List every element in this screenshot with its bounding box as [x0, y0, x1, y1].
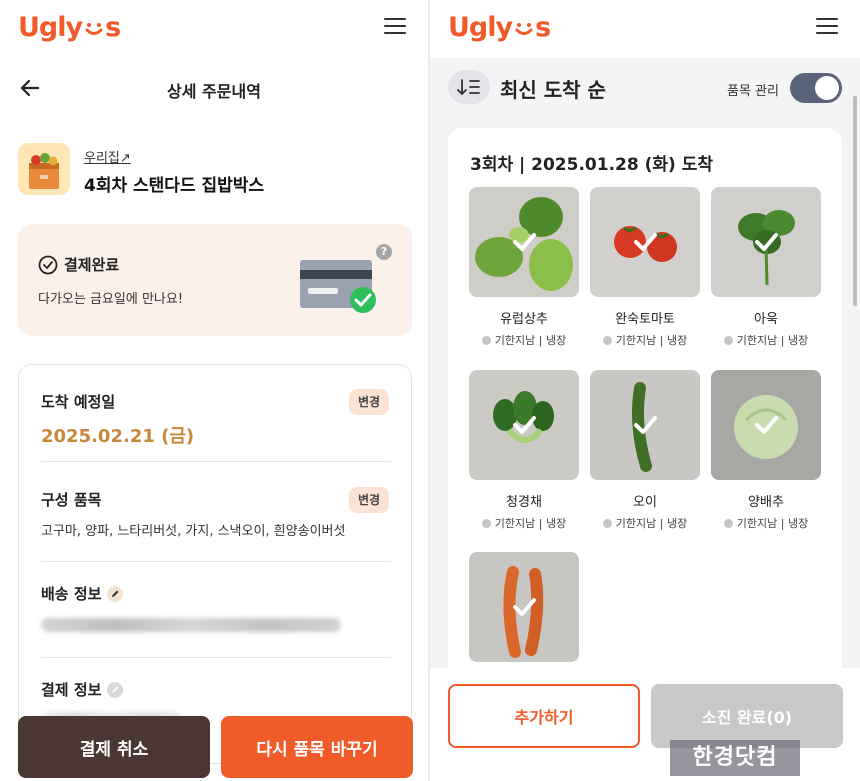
order-detail-panel: Ugly s 상세 주문내역 우리집↗ 4회차 스탠다드 집밥박스 결제완료 다… [0, 0, 428, 781]
product-name: 4회차 스탠다드 집밥박스 [84, 176, 265, 196]
status-dot [602, 519, 612, 528]
shipping-section: 배송 정보 [41, 583, 391, 632]
status-dot [723, 336, 733, 345]
payment-status-label: 결제완료 [64, 256, 120, 274]
cabbage-image [711, 370, 821, 480]
arrivals-panel: Ugly s 최신 도착 순 품목 관리 3회차 | 2025.01.28 (화… [430, 0, 860, 781]
item-card[interactable]: 양배추 기한지남 | 냉장 [711, 370, 821, 540]
item-name: 오이 [633, 495, 657, 510]
check-circle-icon [38, 255, 58, 274]
watermark: 한경닷컴 [670, 740, 800, 776]
change-items-button[interactable]: 변경 [349, 487, 389, 513]
edit-pencil-icon[interactable] [107, 681, 124, 698]
app-header: Ugly s [0, 0, 428, 58]
divider [41, 657, 391, 658]
sort-icon[interactable] [448, 70, 490, 104]
item-name: 유럽상추 [500, 312, 548, 327]
item-meta: 기한지남 | 냉장 [590, 332, 700, 348]
store-link[interactable]: 우리집↗ [84, 147, 131, 166]
item-card[interactable]: 유럽상추 기한지남 | 냉장 [469, 187, 579, 357]
manage-toggle[interactable] [790, 73, 842, 103]
arrival-label: 도착 예정일 [41, 393, 116, 411]
toggle-knob [815, 76, 839, 100]
cancel-payment-button[interactable]: 결제 취소 [18, 716, 210, 778]
edit-pencil-icon[interactable] [107, 585, 124, 602]
item-card[interactable]: 오이 기한지남 | 냉장 [590, 370, 700, 540]
page-topbar: 상세 주문내역 [0, 62, 428, 114]
divider [41, 461, 391, 462]
scrollbar[interactable] [853, 96, 857, 306]
shipping-info-redacted [41, 618, 341, 632]
payment-label: 결제 정보 [41, 681, 102, 699]
status-dot [602, 336, 612, 345]
product-summary: 우리집↗ 4회차 스탠다드 집밥박스 [18, 143, 418, 199]
mallow-image [711, 187, 821, 297]
carrot-image [469, 552, 579, 662]
item-name: 양배추 [748, 495, 784, 510]
item-card[interactable]: 아욱 기한지남 | 냉장 [711, 187, 821, 357]
hamburger-menu-icon[interactable] [384, 16, 408, 36]
brand-logo[interactable]: Ugly s [18, 8, 121, 48]
status-dot [481, 519, 491, 528]
arrivals-card: 3회차 | 2025.01.28 (화) 도착 유럽상추 기한지남 | 냉장 완… [448, 128, 842, 688]
item-card[interactable]: 청경채 기한지남 | 냉장 [469, 370, 579, 540]
items-label: 구성 품목 [41, 491, 102, 509]
status-dot [481, 336, 491, 345]
payment-message: 다가오는 금요일에 만나요! [38, 292, 184, 307]
items-value: 고구마, 양파, 느타리버섯, 가지, 스낵오이, 흰양송이버섯 [41, 524, 346, 539]
order-detail-card: 도착 예정일 2025.02.21 (금) 변경 구성 품목 고구마, 양파, … [18, 364, 412, 764]
items-section: 구성 품목 고구마, 양파, 느타리버섯, 가지, 스낵오이, 흰양송이버섯 [41, 489, 391, 539]
lettuce-image [469, 187, 579, 297]
mark-consumed-button[interactable]: 소진 완료(0) [651, 684, 843, 748]
product-box-image [18, 143, 70, 195]
sort-label[interactable]: 최신 도착 순 [500, 74, 606, 103]
change-arrival-button[interactable]: 변경 [349, 389, 389, 415]
divider [41, 561, 391, 562]
hamburger-menu-icon[interactable] [816, 16, 840, 36]
item-name: 완숙토마토 [615, 312, 675, 327]
item-meta: 기한지남 | 냉장 [469, 515, 579, 531]
item-meta: 기한지남 | 냉장 [469, 332, 579, 348]
brand-logo[interactable]: Ugly s [448, 8, 551, 48]
item-meta: 기한지남 | 냉장 [590, 515, 700, 531]
shipping-label: 배송 정보 [41, 585, 102, 603]
status-dot [723, 519, 733, 528]
manage-label: 품목 관리 [727, 84, 779, 99]
cucumber-image [590, 370, 700, 480]
arrival-date: 2025.02.21 (금) [41, 426, 195, 447]
payment-status-card: 결제완료 다가오는 금요일에 만나요! ? [18, 224, 412, 336]
arrival-section: 도착 예정일 2025.02.21 (금) [41, 391, 391, 448]
page-title: 상세 주문내역 [167, 82, 261, 101]
delivery-title: 3회차 | 2025.01.28 (화) 도착 [470, 155, 713, 175]
sort-bar: 최신 도착 순 품목 관리 [430, 58, 860, 120]
bokchoy-image [469, 370, 579, 480]
credit-card-illustration [298, 258, 384, 318]
item-name: 청경채 [506, 495, 542, 510]
swap-items-button[interactable]: 다시 품목 바꾸기 [221, 716, 413, 778]
add-item-button[interactable]: 추가하기 [448, 684, 640, 748]
tomato-image [590, 187, 700, 297]
app-header: Ugly s [430, 0, 860, 58]
payment-status: 결제완료 [38, 254, 119, 275]
item-meta: 기한지남 | 냉장 [711, 515, 821, 531]
item-card[interactable]: 완숙토마토 기한지남 | 냉장 [590, 187, 700, 357]
item-meta: 기한지남 | 냉장 [711, 332, 821, 348]
item-name: 아욱 [754, 312, 778, 327]
